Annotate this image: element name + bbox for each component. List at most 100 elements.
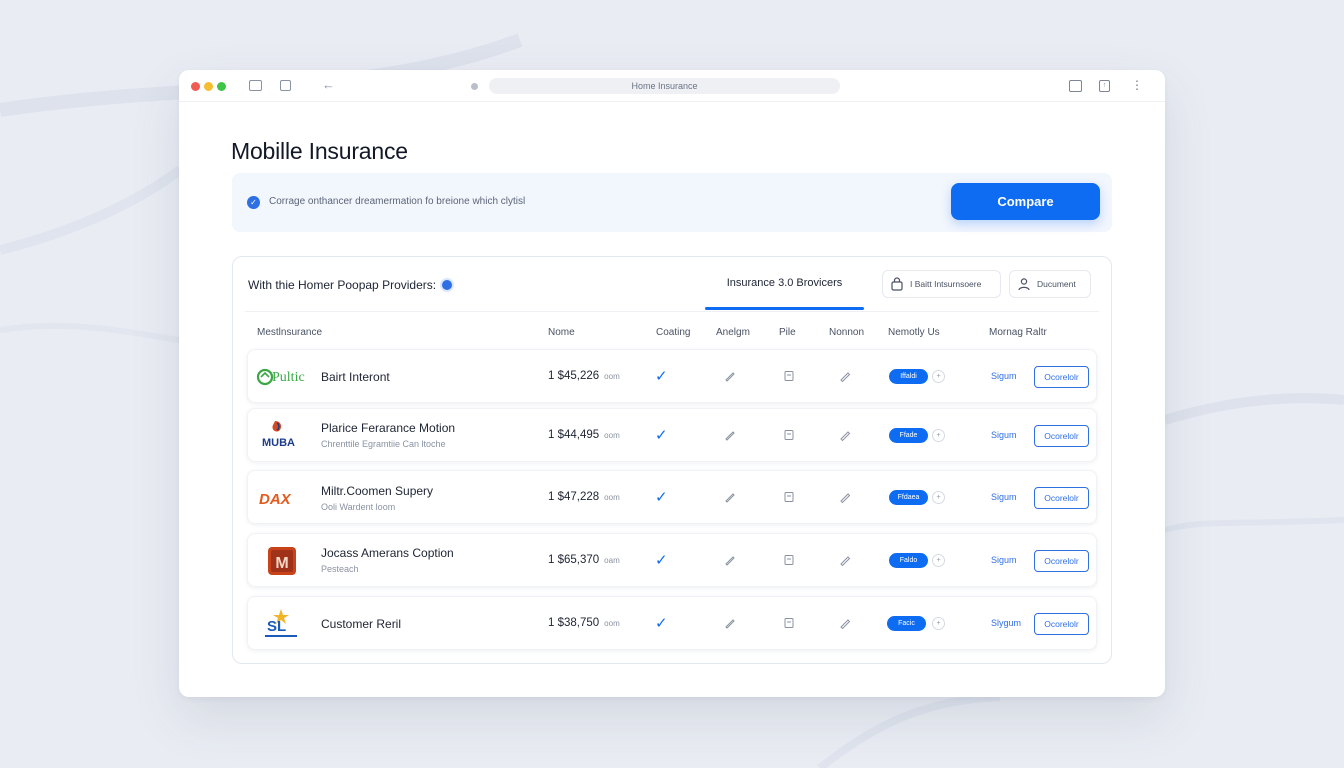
page-title: Mobille Insurance [231, 138, 408, 164]
status-info-icon[interactable]: + [932, 554, 945, 567]
status-info-icon[interactable]: + [932, 429, 945, 442]
col-header-coating[interactable]: Coating [656, 327, 690, 338]
provider-subtitle: Pesteach [321, 564, 359, 574]
tab-overview-icon[interactable] [280, 80, 291, 91]
col-header-pile[interactable]: Pile [779, 327, 796, 338]
provider-logo-sl: SL [265, 609, 297, 637]
signup-link[interactable]: Sigum [991, 492, 1017, 502]
table-row[interactable]: Pultic Bairt Interont 1 $45,226 oom ✓ Iff… [247, 349, 1097, 403]
row-action-button[interactable]: Ocorelolr [1034, 366, 1089, 388]
provider-name: Miltr.Coomen Supery [321, 484, 434, 498]
insurance-filter-chip[interactable]: I Baitt Intsurnsoere [882, 270, 1001, 298]
sidebar-toggle-icon[interactable] [249, 80, 262, 91]
document-icon[interactable] [783, 370, 795, 382]
svg-text:Pultic: Pultic [272, 370, 305, 385]
checkmark-icon: ✓ [655, 489, 668, 506]
pencil-icon[interactable] [724, 370, 736, 382]
address-bar[interactable]: Home Insurance [489, 78, 840, 94]
provider-logo-pultic: Pultic [256, 368, 305, 386]
edit-icon[interactable] [839, 429, 851, 441]
table-row[interactable]: SL Customer Reril 1 $38,750 oom ✓ Facic +… [247, 596, 1097, 650]
document-icon[interactable] [783, 617, 795, 629]
header-divider [245, 311, 1099, 312]
provider-name: Customer Reril [321, 617, 402, 631]
table-row[interactable]: MUBA Plarice Ferarance Motion Chrenttile… [247, 408, 1097, 462]
price-value: 1 $38,750 [548, 617, 600, 629]
svg-text:MUBA: MUBA [262, 437, 295, 449]
check-circle-icon: ✓ [247, 196, 260, 209]
edit-icon[interactable] [839, 617, 851, 629]
provider-price: 1 $38,750 oom [548, 617, 620, 629]
panel-title: With thie Homer Poopap Providers: [248, 278, 453, 292]
more-options-icon[interactable]: ⋮ [1131, 78, 1143, 92]
back-arrow-icon[interactable]: ← [322, 77, 335, 92]
signup-link[interactable]: Sigum [991, 555, 1017, 565]
tab-insurance-providers[interactable]: Insurance 3.0 Brovicers [705, 277, 864, 289]
edit-icon[interactable] [839, 370, 851, 382]
col-header-manage[interactable]: Mornag Raltr [989, 327, 1047, 338]
browser-window: ← Home Insurance ↑ ⋮ Mobille Insurance ✓… [179, 70, 1165, 697]
document-chip-label: Ducument [1037, 279, 1076, 289]
table-row[interactable]: DAX Miltr.Coomen Supery Ooli Wardent loo… [247, 470, 1097, 524]
pencil-icon[interactable] [724, 429, 736, 441]
price-value: 1 $65,370 [548, 554, 600, 566]
pencil-icon[interactable] [724, 554, 736, 566]
provider-price: 1 $47,228 oom [548, 491, 620, 503]
title-bar: ← Home Insurance ↑ ⋮ [179, 70, 1165, 102]
maximize-window-button[interactable] [217, 82, 226, 91]
price-unit: oom [604, 493, 620, 502]
status-info-icon[interactable]: + [932, 491, 945, 504]
status-info-icon[interactable]: + [932, 617, 945, 630]
status-toggle[interactable]: Ffdaea [889, 490, 928, 505]
col-header-analysis[interactable]: Anelgm [716, 327, 750, 338]
panel-title-text: With thie Homer Poopap Providers: [248, 278, 437, 292]
pencil-icon[interactable] [724, 617, 736, 629]
provider-price: 1 $65,370 oam [548, 554, 620, 566]
status-info-icon[interactable]: + [932, 370, 945, 383]
document-icon[interactable] [783, 429, 795, 441]
provider-name: Bairt Interont [321, 370, 390, 384]
svg-text:SL: SL [267, 618, 286, 635]
status-toggle[interactable]: Faldo [889, 553, 928, 568]
price-value: 1 $45,226 [548, 370, 600, 382]
user-icon [1018, 278, 1030, 291]
signup-link[interactable]: Sigum [991, 371, 1017, 381]
document-icon[interactable] [783, 491, 795, 503]
col-header-nonnon[interactable]: Nonnon [829, 327, 864, 338]
table-row[interactable]: M Jocass Amerans Coption Pesteach 1 $65,… [247, 533, 1097, 587]
status-toggle[interactable]: Ffade [889, 428, 928, 443]
document-icon[interactable] [783, 554, 795, 566]
active-tab-indicator [705, 307, 864, 310]
col-header-nemotly[interactable]: Nemotly Us [888, 327, 940, 338]
provider-price: 1 $45,226 oom [548, 370, 620, 382]
row-action-button[interactable]: Ocorelolr [1034, 425, 1089, 447]
document-chip[interactable]: Ducument [1009, 270, 1091, 298]
price-unit: oom [604, 619, 620, 628]
signup-link[interactable]: Slygum [991, 618, 1021, 628]
compare-button[interactable]: Compare [951, 183, 1100, 220]
provider-logo-dax: DAX [259, 491, 292, 508]
info-icon[interactable] [442, 280, 453, 290]
insurance-chip-label: I Baitt Intsurnsoere [910, 279, 982, 289]
provider-name: Plarice Ferarance Motion [321, 421, 456, 435]
col-header-name[interactable]: Nome [548, 327, 575, 338]
share-icon[interactable]: ↑ [1099, 80, 1110, 92]
signup-link[interactable]: Sigum [991, 430, 1017, 440]
price-value: 1 $44,495 [548, 429, 600, 441]
col-header-insurance[interactable]: Mestlnsurance [257, 327, 322, 338]
banner-text: Corrage onthancer dreamermation fo breio… [269, 196, 526, 207]
close-window-button[interactable] [191, 82, 200, 91]
status-toggle[interactable]: Iffaldi [889, 369, 928, 384]
provider-logo-muba: MUBA [262, 421, 295, 449]
pencil-icon[interactable] [724, 491, 736, 503]
window-layout-icon[interactable] [1069, 80, 1082, 92]
minimize-window-button[interactable] [204, 82, 213, 91]
row-action-button[interactable]: Ocorelolr [1034, 550, 1089, 572]
edit-icon[interactable] [839, 491, 851, 503]
row-action-button[interactable]: Ocorelolr [1034, 613, 1089, 635]
checkmark-icon: ✓ [655, 552, 668, 569]
row-action-button[interactable]: Ocorelolr [1034, 487, 1089, 509]
edit-icon[interactable] [839, 554, 851, 566]
provider-logo-m: M [268, 547, 296, 575]
status-toggle[interactable]: Facic [887, 616, 926, 631]
